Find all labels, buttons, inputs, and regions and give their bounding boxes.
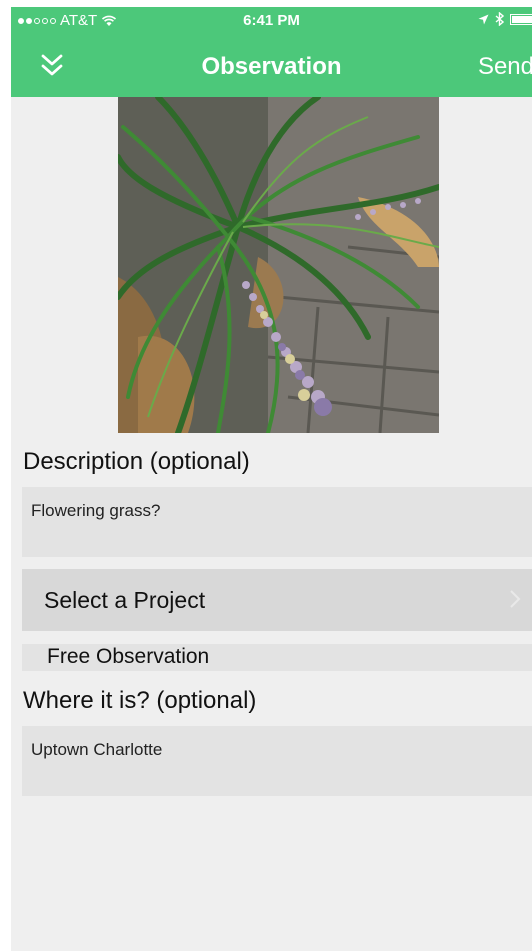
- selected-project: Free Observation: [22, 644, 532, 671]
- description-label: Description (optional): [23, 448, 250, 475]
- send-button[interactable]: Send: [478, 53, 532, 81]
- selected-project-name: Free Observation: [47, 645, 210, 668]
- select-project-label: Select a Project: [44, 587, 206, 613]
- description-field[interactable]: Flowering grass?: [22, 487, 532, 557]
- page-title: Observation: [201, 53, 342, 80]
- battery-icon: [510, 13, 532, 25]
- chevron-right-icon: [510, 590, 521, 608]
- nav-row: Observation Send: [11, 45, 532, 89]
- bluetooth-icon: [495, 12, 504, 26]
- location-arrow-icon: [478, 14, 489, 24]
- status-time: 6:41 PM: [243, 12, 300, 29]
- status-bar: AT&T 6:41 PM: [11, 7, 532, 35]
- observation-photo: [118, 97, 439, 433]
- location-label: Where it is? (optional): [23, 687, 257, 714]
- status-right: [478, 12, 532, 26]
- select-project-button[interactable]: Select a Project: [22, 569, 532, 631]
- navigation-bar: AT&T 6:41 PM Observation Send: [11, 7, 532, 97]
- location-field[interactable]: Uptown Charlotte: [22, 726, 532, 796]
- app-screen: AT&T 6:41 PM Observation Send Descriptio…: [11, 7, 532, 951]
